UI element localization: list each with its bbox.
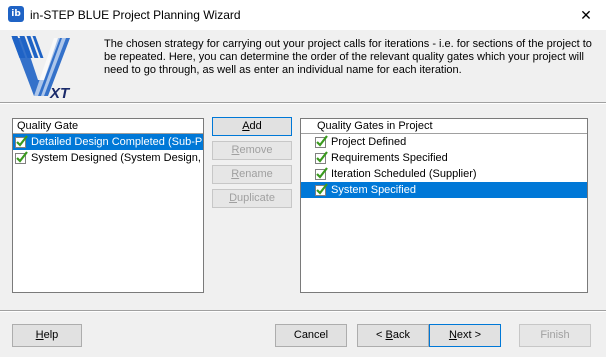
list-item-label: System Designed (System Design, [: [31, 152, 203, 164]
rename-button[interactable]: Rename: [212, 165, 292, 184]
next-button[interactable]: Next >: [429, 324, 501, 347]
list-item[interactable]: Detailed Design Completed (Sub-Pr: [13, 134, 203, 150]
list-item-label: System Specified: [331, 184, 416, 196]
list-item-label: Requirements Specified: [331, 152, 448, 164]
app-icon: ib: [8, 6, 24, 22]
check-icon: [15, 134, 28, 148]
check-icon: [315, 134, 328, 148]
list-item-label: Iteration Scheduled (Supplier): [331, 168, 477, 180]
duplicate-button[interactable]: Duplicate: [212, 189, 292, 208]
check-icon: [315, 166, 328, 180]
header-panel: XT The chosen strategy for carrying out …: [0, 30, 606, 102]
window-title: in-STEP BLUE Project Planning Wizard: [30, 8, 241, 22]
list-item[interactable]: System Designed (System Design, [: [13, 150, 203, 166]
list-item[interactable]: Requirements Specified: [301, 150, 587, 166]
title-bar: ib in-STEP BLUE Project Planning Wizard …: [0, 0, 606, 30]
back-button[interactable]: < Back: [357, 324, 429, 347]
list-item[interactable]: Project Defined: [301, 134, 587, 150]
list-item-label: Project Defined: [331, 136, 407, 148]
vxt-logo: XT: [11, 36, 71, 102]
remove-button[interactable]: Remove: [212, 141, 292, 160]
list-item[interactable]: Iteration Scheduled (Supplier): [301, 166, 587, 182]
project-quality-gates-list[interactable]: Quality Gates in Project Project Defined…: [300, 118, 588, 293]
header-separator: [0, 102, 606, 104]
quality-gate-list[interactable]: Quality Gate Detailed Design Completed (…: [12, 118, 204, 293]
check-icon: [15, 150, 28, 164]
logo-text: XT: [49, 85, 71, 102]
help-button[interactable]: Help: [12, 324, 82, 347]
list-item-label: Detailed Design Completed (Sub-Pr: [31, 136, 203, 148]
cancel-button[interactable]: Cancel: [275, 324, 347, 347]
list-item[interactable]: System Specified: [301, 182, 587, 198]
quality-gate-list-header[interactable]: Quality Gate: [13, 119, 203, 134]
check-icon: [315, 182, 328, 196]
finish-button[interactable]: Finish: [519, 324, 591, 347]
close-button[interactable]: ✕: [566, 0, 606, 30]
description-text: The chosen strategy for carrying out you…: [104, 38, 592, 76]
check-icon: [315, 150, 328, 164]
project-quality-gates-header[interactable]: Quality Gates in Project: [301, 119, 587, 134]
add-button[interactable]: Add: [212, 117, 292, 136]
footer-separator: [0, 310, 606, 312]
